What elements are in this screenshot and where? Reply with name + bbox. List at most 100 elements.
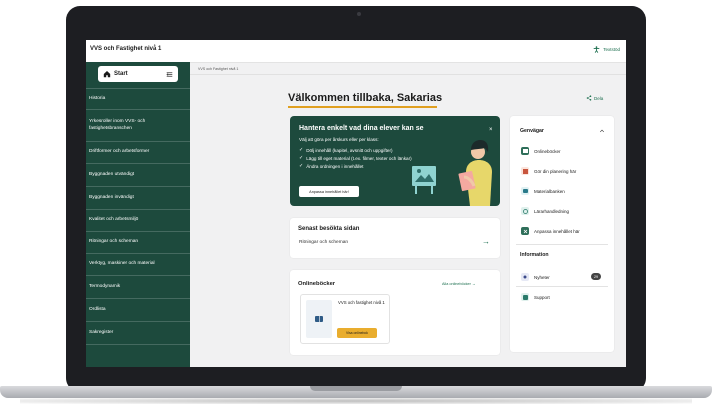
sidebar-item-ritningar[interactable]: Ritningar och scheman xyxy=(86,231,190,253)
sidebar-item-label: Byggnaden utvändigt xyxy=(89,171,135,177)
teacher-illustration xyxy=(412,140,492,206)
sidebar-item-label: Sakregister xyxy=(89,329,114,335)
text-support-button[interactable]: Textstöd xyxy=(593,46,620,53)
accessibility-icon xyxy=(593,46,600,53)
promo-subtitle: Välj att göra per årskurs eller per klas… xyxy=(299,137,379,142)
share-label: Dela xyxy=(594,95,604,101)
app-title: VVS och Fastighet nivå 1 xyxy=(90,46,162,52)
top-bar: VVS och Fastighet nivå 1 Textstöd xyxy=(86,40,626,63)
all-books-label: Alla onlineböcker xyxy=(442,282,471,286)
shortcut-onlinebocker[interactable]: Onlineböcker xyxy=(521,147,561,155)
shortcut-materialbanken[interactable]: Materialbanken xyxy=(521,187,565,195)
news-icon xyxy=(521,273,529,281)
right-panel: Genvägar Onlineböcker Gör din planering … xyxy=(510,116,614,352)
sidebar-item-verktyg[interactable]: Verktyg, maskiner och material xyxy=(86,253,190,275)
title-underline xyxy=(288,106,437,108)
promo-list-item: ✓ Lägg till eget material (t.ex. filmer, … xyxy=(299,154,412,162)
arrow-right-icon[interactable]: → xyxy=(482,237,490,246)
shortcut-label: Onlineböcker xyxy=(534,148,561,154)
info-label: Support xyxy=(534,294,550,300)
shortcut-lararhandledning[interactable]: Lärarhandledning xyxy=(521,207,569,215)
sidebar-start-button[interactable]: Start xyxy=(98,66,178,82)
material-icon xyxy=(521,187,529,195)
promo-title: Hantera enkelt vad dina elever kan se xyxy=(299,125,424,132)
recent-page-card: Senast besökta sidan Ritningar och schem… xyxy=(290,218,500,258)
shortcut-label: Lärarhandledning xyxy=(534,208,570,214)
sidebar-item-ordlista[interactable]: Ordlista xyxy=(86,298,190,321)
sidebar-item-label: Verktyg, maskiner och material xyxy=(89,261,155,267)
check-icon: ✓ xyxy=(299,155,304,161)
books-title: Onlineböcker xyxy=(298,281,336,287)
sidebar-item-yrkesroller[interactable]: Yrkesroller inom VVS- och fastighetsbran… xyxy=(86,109,190,141)
show-book-button[interactable]: Visa onlinebok xyxy=(337,328,377,338)
sidebar-item-label: Byggnaden invändigt xyxy=(89,194,134,200)
share-button[interactable]: Dela xyxy=(586,95,603,101)
laptop-notch xyxy=(310,386,402,391)
panel-divider xyxy=(516,286,608,287)
promo-item-text: Dölj innehåll (kapitel, avsnitt och uppg… xyxy=(306,147,393,153)
sidebar-nav: Historia Yrkesroller inom VVS- och fasti… xyxy=(86,88,190,345)
sidebar-item-label: Termodynamik xyxy=(89,283,121,289)
sidebar-item-label: Historia xyxy=(89,95,106,101)
text-support-label: Textstöd xyxy=(603,47,620,52)
promo-banner: Hantera enkelt vad dina elever kan se Vä… xyxy=(290,116,500,206)
book-icon xyxy=(315,316,323,322)
shortcut-label: Gör din planering här xyxy=(534,168,577,174)
info-support[interactable]: Support xyxy=(521,293,550,301)
sidebar-item-kvalitet[interactable]: Kvalitet och arbetsmiljö xyxy=(86,209,190,231)
info-label: Nyheter xyxy=(534,274,550,280)
promo-list-item: ✓ Ändra ordningen i innehållet xyxy=(299,162,412,170)
sidebar-item-historia[interactable]: Historia xyxy=(86,88,190,109)
customize-icon xyxy=(521,227,529,235)
book-name: VVS och fastighet nivå 1 xyxy=(338,300,385,305)
shortcut-planering[interactable]: Gör din planering här xyxy=(521,167,576,175)
breadcrumb-divider xyxy=(190,74,626,75)
collapse-sidebar-icon[interactable] xyxy=(166,71,173,78)
sidebar-item-label: Driftformer och arbetsformer xyxy=(89,149,150,155)
breadcrumb[interactable]: VVS och Fastighet nivå 1 xyxy=(198,67,238,71)
shortcut-label: Anpassa innehållet här xyxy=(534,228,580,234)
shortcut-anpassa[interactable]: Anpassa innehållet här xyxy=(521,227,580,235)
sidebar-item-sakregister[interactable]: Sakregister xyxy=(86,321,190,345)
online-books-card: Onlineböcker Alla onlineböcker → VVS och… xyxy=(290,270,500,355)
arrow-right-icon: → xyxy=(471,282,476,286)
promo-item-text: Ändra ordningen i innehållet xyxy=(306,163,364,169)
check-icon: ✓ xyxy=(299,163,304,169)
info-nyheter[interactable]: Nyheter xyxy=(521,273,550,281)
sidebar: Start Historia Yrkesroller inom VVS- och… xyxy=(86,62,190,367)
sidebar-item-label: Ritningar och scheman xyxy=(89,239,139,245)
sidebar-item-byggnaden-utvandigt[interactable]: Byggnaden utvändigt xyxy=(86,163,190,186)
page-title: Välkommen tillbaka, Sakarias xyxy=(288,92,443,104)
promo-list: ✓ Dölj innehåll (kapitel, avsnitt och upp… xyxy=(299,146,412,170)
check-icon: ✓ xyxy=(299,147,304,153)
promo-item-text: Lägg till eget material (t.ex. filmer, t… xyxy=(306,155,412,161)
promo-list-item: ✓ Dölj innehåll (kapitel, avsnitt och upp… xyxy=(299,146,412,154)
webcam-icon xyxy=(357,12,361,16)
laptop-shadow xyxy=(20,398,692,404)
panel-divider xyxy=(516,244,608,245)
recent-page-link[interactable]: Ritningar och scheman xyxy=(299,240,348,245)
information-title: Information xyxy=(520,252,549,258)
guide-icon xyxy=(521,207,529,215)
planner-icon xyxy=(521,167,529,175)
all-books-link[interactable]: Alla onlineböcker → xyxy=(442,282,476,286)
sidebar-item-label: Yrkesroller inom VVS- och fastighetsbran… xyxy=(89,119,146,131)
shortcut-label: Materialbanken xyxy=(534,188,565,194)
chevron-up-icon[interactable] xyxy=(599,128,605,134)
book-cover xyxy=(306,300,332,338)
support-icon xyxy=(521,293,529,301)
sidebar-item-byggnaden-invandigt[interactable]: Byggnaden invändigt xyxy=(86,186,190,209)
recent-title: Senast besökta sidan xyxy=(298,226,360,232)
book-item[interactable]: VVS och fastighet nivå 1 Visa onlinebok xyxy=(300,294,390,344)
customize-content-button[interactable]: Anpassa innehållet här! xyxy=(299,186,359,197)
book-icon xyxy=(521,147,529,155)
screen: VVS och Fastighet nivå 1 Textstöd Start … xyxy=(86,40,626,367)
home-icon xyxy=(103,70,111,78)
news-count-badge: 29 xyxy=(591,273,601,280)
sidebar-item-label: Ordlista xyxy=(89,306,106,312)
shortcuts-title: Genvägar xyxy=(520,128,544,134)
sidebar-item-termodynamik[interactable]: Termodynamik xyxy=(86,275,190,298)
sidebar-item-driftformer[interactable]: Driftformer och arbetsformer xyxy=(86,141,190,163)
sidebar-item-label: Kvalitet och arbetsmiljö xyxy=(89,217,139,223)
share-icon xyxy=(586,95,592,101)
